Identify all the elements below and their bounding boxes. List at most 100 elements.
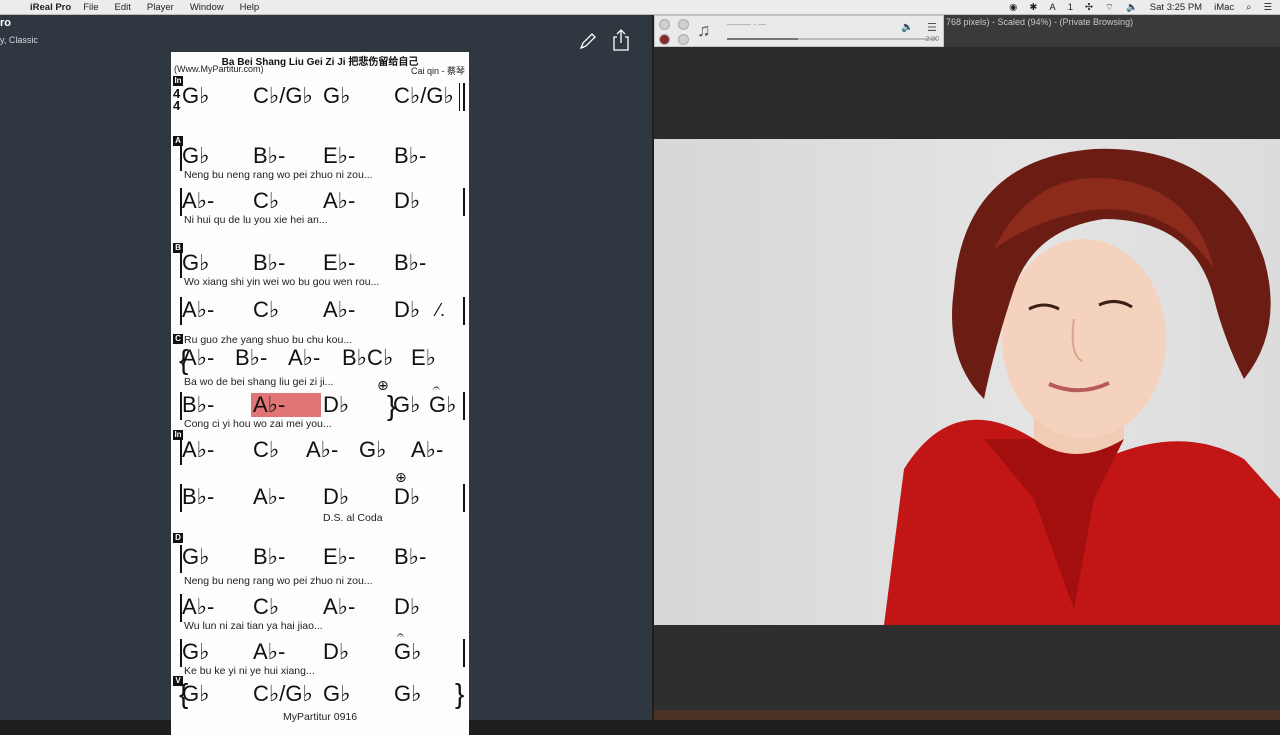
chord[interactable]: A♭- bbox=[323, 595, 355, 619]
chord[interactable]: G♭ bbox=[182, 84, 210, 108]
chord[interactable]: C♭ bbox=[253, 298, 279, 322]
chord[interactable]: B♭- bbox=[253, 144, 285, 168]
barline bbox=[463, 484, 465, 512]
chord[interactable]: D♭ bbox=[394, 298, 420, 322]
chord[interactable]: E♭- bbox=[323, 545, 355, 569]
chord[interactable]: G♭ bbox=[359, 438, 387, 462]
chord[interactable]: D♭ bbox=[394, 189, 420, 213]
menu-edit[interactable]: Edit bbox=[115, 2, 131, 13]
repeat-measure-icon: ⁄. bbox=[437, 300, 446, 320]
chord[interactable]: G♭ bbox=[182, 545, 210, 569]
bluetooth-icon[interactable]: ✣ bbox=[1085, 2, 1093, 13]
chord[interactable]: E♭- bbox=[323, 251, 355, 275]
chord[interactable]: A♭- bbox=[182, 438, 214, 462]
lyric-line: Ni hui qu de lu you xie hei an... bbox=[184, 214, 328, 226]
chord[interactable]: A♭- bbox=[182, 346, 214, 370]
chord[interactable]: A♭- bbox=[288, 346, 320, 370]
section-marker-c: C bbox=[173, 334, 183, 344]
repeat-end-brace: } bbox=[455, 678, 465, 709]
chart-row: C Ru guo zhe yang shuo bu chu kou... { A… bbox=[171, 334, 469, 388]
chord[interactable]: B♭- bbox=[394, 545, 426, 569]
chord[interactable]: C♭ bbox=[253, 189, 279, 213]
volume-icon[interactable]: 🔈 bbox=[901, 22, 913, 33]
chord[interactable]: C♭/G♭ bbox=[253, 682, 313, 706]
chord[interactable]: G♭ bbox=[394, 640, 422, 664]
chart-row: B♭- A♭- D♭ ⊕ } G♭ 𝄐 G♭ Cong ci yi hou wo… bbox=[171, 377, 469, 430]
chord[interactable]: D♭ bbox=[323, 393, 349, 417]
menu-help[interactable]: Help bbox=[240, 2, 260, 13]
lyric-line: Neng bu neng rang wo pei zhuo ni zou... bbox=[184, 575, 373, 587]
spotlight-icon[interactable]: ⌕ bbox=[1246, 2, 1251, 13]
chord[interactable]: B♭- bbox=[182, 393, 214, 417]
chord[interactable]: E♭- bbox=[323, 144, 355, 168]
chord[interactable]: C♭/G♭ bbox=[394, 84, 454, 108]
menu-file[interactable]: File bbox=[83, 2, 98, 13]
menu-app-name[interactable]: iReal Pro bbox=[30, 2, 71, 13]
chord[interactable]: D♭ bbox=[323, 485, 349, 509]
clock[interactable]: Sat 3:25 PM bbox=[1150, 2, 1202, 13]
chord[interactable]: G♭ bbox=[393, 393, 421, 417]
chord[interactable]: E♭ bbox=[411, 346, 436, 370]
chord[interactable]: D♭ bbox=[394, 595, 420, 619]
up-next-icon[interactable]: ☰ bbox=[927, 21, 937, 34]
chord[interactable]: C♭/G♭ bbox=[253, 84, 313, 108]
menu-bar: iReal Pro File Edit Player Window Help ◉… bbox=[0, 0, 1280, 15]
chord[interactable]: G♭ bbox=[323, 682, 351, 706]
chord[interactable]: G♭ bbox=[394, 682, 422, 706]
chart-row: A♭- C♭ A♭- D♭ ⁄. bbox=[171, 290, 469, 334]
chord[interactable]: G♭ bbox=[429, 393, 457, 417]
chord[interactable]: B♭- bbox=[253, 545, 285, 569]
song-list-title: ro bbox=[0, 17, 11, 29]
chord[interactable]: B♭- bbox=[394, 144, 426, 168]
chord[interactable]: G♭ bbox=[182, 251, 210, 275]
menu-window[interactable]: Window bbox=[190, 2, 224, 13]
chord[interactable]: C♭ bbox=[253, 438, 279, 462]
chord[interactable]: G♭ bbox=[182, 144, 210, 168]
chord[interactable]: G♭ bbox=[182, 682, 210, 706]
music-note-icon: ♫ bbox=[697, 20, 711, 40]
close-icon[interactable] bbox=[659, 19, 670, 30]
chart-row: D G♭ B♭- E♭- B♭- Neng bu neng rang wo pe… bbox=[171, 533, 469, 587]
pencil-icon[interactable] bbox=[578, 31, 598, 51]
stop-icon[interactable] bbox=[678, 34, 689, 45]
chord[interactable]: A♭- bbox=[411, 438, 443, 462]
chart-row: A♭- C♭ A♭- D♭ Wu lun ni zai tian ya hai … bbox=[171, 587, 469, 632]
browser-window: 768 pixels) - Scaled (94%) - (Private Br… bbox=[654, 15, 1280, 720]
chord[interactable]: C♭ bbox=[253, 595, 279, 619]
chord[interactable]: A♭- bbox=[306, 438, 338, 462]
chord[interactable]: B♭- bbox=[394, 251, 426, 275]
wifi-icon[interactable]: ⌔ bbox=[1105, 2, 1114, 13]
chart-row: V { G♭ C♭/G♭ G♭ G♭ } MyPartitur 0916 bbox=[171, 676, 469, 723]
share-icon[interactable] bbox=[612, 29, 630, 51]
chord[interactable]: A♭- bbox=[253, 640, 285, 664]
menu-player[interactable]: Player bbox=[147, 2, 174, 13]
chord[interactable]: B♭- bbox=[182, 485, 214, 509]
chord[interactable]: G♭ bbox=[323, 84, 351, 108]
chord-current-highlight[interactable]: A♭- bbox=[251, 393, 321, 417]
browser-title: 768 pixels) - Scaled (94%) - (Private Br… bbox=[946, 17, 1134, 27]
barline bbox=[463, 392, 465, 420]
album-art-icon bbox=[659, 34, 670, 45]
user-name[interactable]: iMac bbox=[1214, 2, 1234, 13]
chord[interactable]: A♭- bbox=[182, 189, 214, 213]
chord[interactable]: B♭- bbox=[253, 251, 285, 275]
section-marker-d: D bbox=[173, 533, 183, 543]
record-icon[interactable]: ◉ bbox=[1009, 2, 1017, 13]
playback-progress[interactable] bbox=[727, 38, 937, 40]
volume-icon[interactable]: 🔈 bbox=[1126, 2, 1138, 13]
adobe-icon[interactable]: A bbox=[1049, 2, 1055, 13]
chord[interactable]: D♭ bbox=[323, 640, 349, 664]
chord[interactable]: A♭- bbox=[323, 189, 355, 213]
chord[interactable]: A♭- bbox=[182, 298, 214, 322]
chord[interactable]: G♭ bbox=[182, 640, 210, 664]
chord[interactable]: A♭- bbox=[253, 485, 285, 509]
chord[interactable]: A♭- bbox=[323, 298, 355, 322]
notification-center-icon[interactable]: ☰ bbox=[1263, 2, 1272, 13]
menu-extras: ◉ ✱ A 1 ✣ ⌔ 🔈 Sat 3:25 PM iMac ⌕ ☰ bbox=[1009, 0, 1272, 15]
chord[interactable]: B♭C♭ bbox=[342, 346, 393, 370]
asterisk-icon[interactable]: ✱ bbox=[1029, 2, 1037, 13]
chord[interactable]: B♭- bbox=[235, 346, 267, 370]
chord[interactable]: A♭- bbox=[182, 595, 214, 619]
close-x-icon[interactable] bbox=[678, 19, 689, 30]
chord[interactable]: D♭ bbox=[394, 485, 420, 509]
